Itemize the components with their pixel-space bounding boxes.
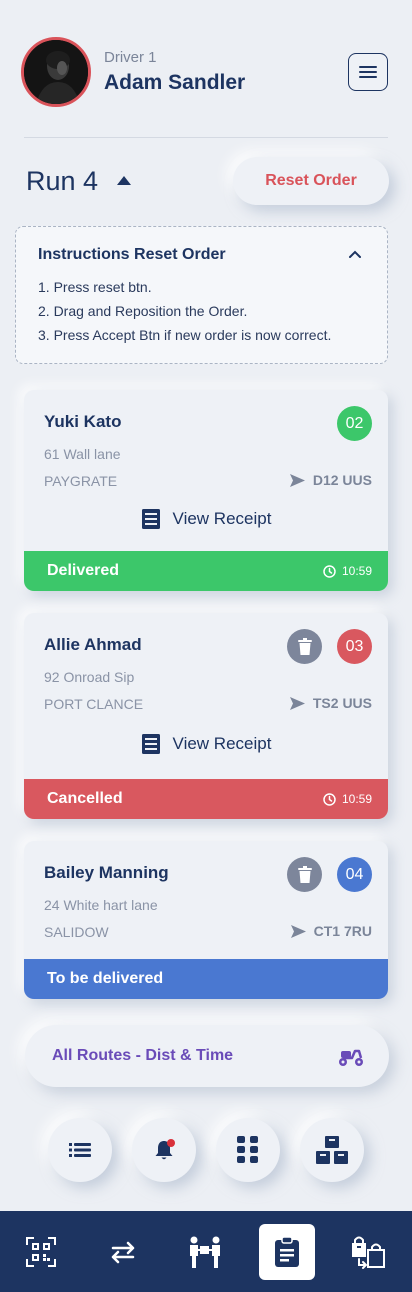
swap-arrows-icon <box>111 1241 135 1263</box>
avatar[interactable] <box>21 37 91 107</box>
chevron-up-icon[interactable] <box>348 249 362 259</box>
instructions-panel: Instructions Reset Order 1. Press reset … <box>15 226 388 364</box>
clock-icon <box>323 792 336 806</box>
postcode-text: TS2 UUS <box>312 695 372 711</box>
status-bar-pending: To be delivered <box>24 959 388 999</box>
postcode: CT1 7RU <box>290 923 372 939</box>
menu-button[interactable] <box>348 53 388 91</box>
order-number-badge: 04 <box>337 857 372 892</box>
status-time-text: 10:59 <box>341 564 372 578</box>
customer-name: Yuki Kato <box>44 412 122 431</box>
caret-up-icon[interactable] <box>116 174 132 186</box>
trash-icon <box>297 638 312 655</box>
instruction-step: 2. Drag and Reposition the Order. <box>38 303 248 319</box>
nav-handover[interactable] <box>173 1211 237 1292</box>
status-label: To be delivered <box>47 970 164 987</box>
all-routes-label: All Routes - Dist & Time <box>52 1047 234 1064</box>
status-time: 10:59 <box>323 792 372 806</box>
boxes-icon <box>316 1136 348 1164</box>
customer-address: 24 White hart lane <box>44 897 158 913</box>
order-card[interactable]: Yuki Kato 61 Wall lane PAYGRATE D12 UUS … <box>24 390 388 591</box>
instructions-title: Instructions Reset Order <box>38 246 226 263</box>
postcode-text: CT1 7RU <box>313 923 372 939</box>
order-number-badge: 03 <box>337 629 372 664</box>
send-arrow-icon <box>289 473 305 487</box>
receipt-icon <box>141 734 160 754</box>
header-divider <box>24 137 388 138</box>
notifications-button[interactable] <box>132 1118 196 1182</box>
all-routes-button[interactable]: All Routes - Dist & Time <box>25 1025 389 1087</box>
order-card[interactable]: Bailey Manning 24 White hart lane SALIDO… <box>24 841 388 999</box>
instruction-step: 3. Press Accept Btn if new order is now … <box>38 327 332 343</box>
customer-address: 61 Wall lane <box>44 446 121 462</box>
delete-order-button[interactable] <box>287 857 322 892</box>
trash-icon <box>297 866 312 883</box>
status-bar-delivered: Delivered 10:59 <box>24 551 388 591</box>
nav-transfer[interactable] <box>91 1211 155 1292</box>
qr-scan-icon <box>26 1236 56 1267</box>
receipt-icon <box>141 509 160 529</box>
customer-name: Allie Ahmad <box>44 635 142 654</box>
customer-city: PORT CLANCE <box>44 696 144 712</box>
bag-swap-icon <box>352 1236 385 1269</box>
status-label: Cancelled <box>47 790 123 807</box>
bottom-nav <box>0 1211 412 1292</box>
view-receipt-button[interactable]: View Receipt <box>24 733 388 755</box>
order-card[interactable]: Allie Ahmad 92 Onroad Sip PORT CLANCE TS… <box>24 613 388 819</box>
boxes-button[interactable] <box>300 1118 364 1182</box>
send-arrow-icon <box>290 924 306 938</box>
view-receipt-label: View Receipt <box>172 734 272 753</box>
status-label: Delivered <box>47 562 120 579</box>
status-time: 10:59 <box>323 564 372 578</box>
status-time-text: 10:59 <box>341 792 372 806</box>
delete-order-button[interactable] <box>287 629 322 664</box>
nav-bag-swap[interactable] <box>337 1211 401 1292</box>
postcode-text: D12 UUS <box>312 472 372 488</box>
grid-icon <box>237 1136 258 1163</box>
driver-name: Adam Sandler <box>104 71 246 94</box>
nav-scan[interactable] <box>9 1211 73 1292</box>
nav-orders[interactable] <box>255 1211 319 1292</box>
list-icon <box>69 1143 91 1157</box>
customer-name: Bailey Manning <box>44 863 169 882</box>
postcode: TS2 UUS <box>289 695 372 711</box>
clipboard-icon <box>275 1236 299 1267</box>
grid-button[interactable] <box>216 1118 280 1182</box>
view-receipt-label: View Receipt <box>172 509 272 528</box>
customer-city: SALIDOW <box>44 924 109 940</box>
reset-order-button[interactable]: Reset Order <box>233 157 389 205</box>
order-number-badge: 02 <box>337 406 372 441</box>
driver-label: Driver 1 <box>104 49 157 66</box>
clock-icon <box>323 564 336 578</box>
hamburger-icon <box>359 66 377 78</box>
run-title: Run 4 <box>26 166 99 196</box>
customer-city: PAYGRATE <box>44 473 118 489</box>
send-arrow-icon <box>289 696 305 710</box>
scooter-icon <box>339 1049 363 1066</box>
header: Driver 1 Adam Sandler <box>0 0 412 140</box>
list-button[interactable] <box>48 1118 112 1182</box>
customer-address: 92 Onroad Sip <box>44 669 135 685</box>
postcode: D12 UUS <box>289 472 372 488</box>
bell-icon <box>155 1139 175 1160</box>
instruction-step: 1. Press reset btn. <box>38 279 152 295</box>
handover-icon <box>190 1236 220 1268</box>
view-receipt-button[interactable]: View Receipt <box>24 508 388 530</box>
status-bar-cancelled: Cancelled 10:59 <box>24 779 388 819</box>
